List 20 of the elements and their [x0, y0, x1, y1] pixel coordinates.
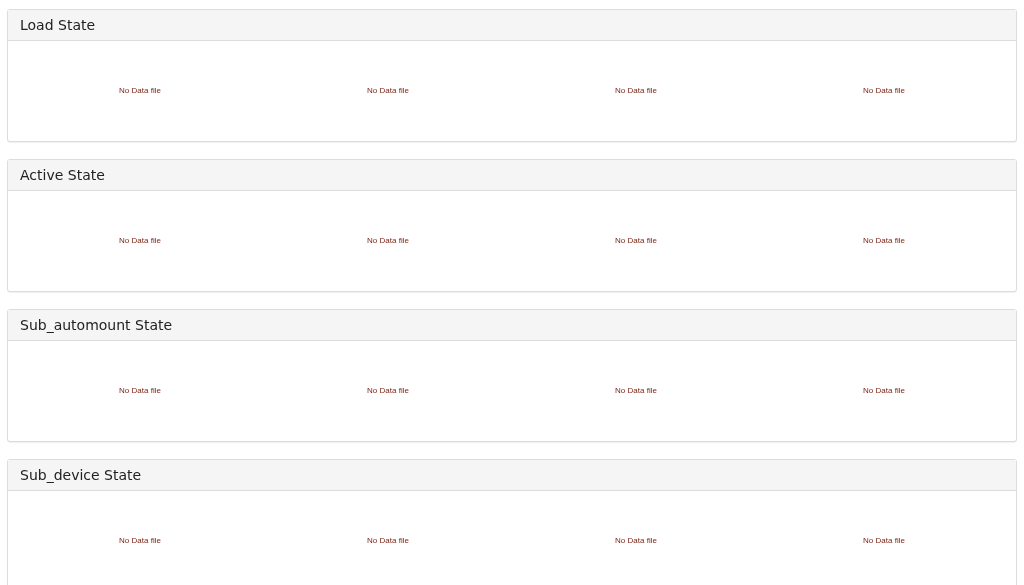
no-data-message: No Data file: [615, 235, 657, 247]
no-data-message: No Data file: [367, 535, 409, 547]
panel-title: Active State: [20, 165, 105, 185]
no-data-message: No Data file: [367, 235, 409, 247]
no-data-message: No Data file: [863, 235, 905, 247]
no-data-message: No Data file: [119, 535, 161, 547]
no-data-message: No Data file: [615, 85, 657, 97]
no-data-message: No Data file: [615, 385, 657, 397]
no-data-message: No Data file: [119, 385, 161, 397]
panel-title: Load State: [20, 15, 96, 35]
no-data-message: No Data file: [367, 385, 409, 397]
panel-title: Sub_device State: [20, 465, 142, 485]
no-data-message: No Data file: [863, 385, 905, 397]
no-data-message: No Data file: [119, 85, 161, 97]
panel-title: Sub_automount State: [20, 315, 173, 335]
no-data-message: No Data file: [119, 235, 161, 247]
no-data-message: No Data file: [615, 535, 657, 547]
no-data-message: No Data file: [863, 85, 905, 97]
no-data-message: No Data file: [863, 535, 905, 547]
no-data-message: No Data file: [367, 85, 409, 97]
